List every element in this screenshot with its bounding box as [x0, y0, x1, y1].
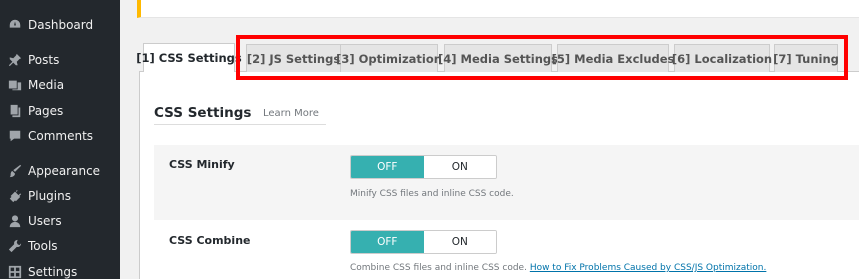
sidebar-item-media[interactable]: Media — [0, 73, 120, 97]
admin-notice — [137, 0, 859, 18]
tab-media-excludes[interactable]: [5] Media Excludes — [552, 44, 674, 72]
pages-icon — [8, 104, 22, 118]
setting-label: CSS Minify — [169, 158, 235, 171]
settings-icon — [8, 265, 22, 279]
setting-row-css-combine: CSS Combine OFF ON Combine CSS files and… — [154, 222, 859, 279]
sidebar-item-label: Comments — [28, 129, 94, 143]
toggle-off-option[interactable]: OFF — [351, 231, 424, 253]
sidebar-item-users[interactable]: Users — [0, 209, 120, 233]
setting-description: Minify CSS files and inline CSS code. — [350, 189, 514, 199]
sidebar-item-posts[interactable]: Posts — [0, 48, 120, 72]
description-text: Combine CSS files and inline CSS code. — [350, 263, 527, 273]
sidebar-item-label: Media — [28, 78, 65, 92]
css-settings-panel: CSS Settings Learn More CSS Minify OFF O… — [139, 72, 859, 279]
admin-sidebar: Dashboard Posts Media Pages Comments App… — [0, 0, 120, 279]
fix-problems-link[interactable]: How to Fix Problems Caused by CSS/JS Opt… — [530, 263, 767, 273]
user-icon — [8, 214, 22, 228]
setting-description: Combine CSS files and inline CSS code. H… — [350, 263, 766, 273]
title-divider — [154, 124, 326, 125]
sidebar-item-label: Tools — [28, 239, 58, 253]
css-combine-toggle[interactable]: OFF ON — [350, 230, 497, 254]
plugin-icon — [8, 189, 22, 203]
sidebar-item-label: Plugins — [28, 189, 71, 203]
settings-tab-bar: [1] CSS Settings [2] JS Settings [3] Opt… — [136, 42, 859, 73]
sidebar-item-comments[interactable]: Comments — [0, 124, 120, 148]
tab-localization[interactable]: [6] Localization — [672, 44, 772, 72]
main-content: [1] CSS Settings [2] JS Settings [3] Opt… — [120, 0, 859, 279]
toggle-on-option[interactable]: ON — [423, 156, 496, 178]
tab-css-settings[interactable]: [1] CSS Settings — [136, 43, 242, 73]
css-minify-toggle[interactable]: OFF ON — [350, 155, 497, 179]
sidebar-item-plugins[interactable]: Plugins — [0, 184, 120, 208]
sidebar-item-appearance[interactable]: Appearance — [0, 159, 120, 183]
comment-icon — [8, 129, 22, 143]
media-icon — [8, 78, 22, 92]
sidebar-item-tools[interactable]: Tools — [0, 234, 120, 258]
section-title: CSS Settings — [154, 105, 252, 121]
sidebar-item-dashboard[interactable]: Dashboard — [0, 13, 120, 37]
learn-more-link[interactable]: Learn More — [263, 108, 319, 119]
tab-tuning[interactable]: [7] Tuning — [773, 44, 839, 72]
setting-row-css-minify: CSS Minify OFF ON Minify CSS files and i… — [154, 145, 859, 220]
sidebar-item-settings[interactable]: Settings — [0, 260, 120, 279]
toggle-off-option[interactable]: OFF — [351, 156, 424, 178]
wrench-icon — [8, 239, 22, 253]
sidebar-item-label: Users — [28, 214, 62, 228]
toggle-on-option[interactable]: ON — [423, 231, 496, 253]
sidebar-item-pages[interactable]: Pages — [0, 99, 120, 123]
dashboard-icon — [8, 18, 22, 32]
sidebar-item-label: Pages — [28, 104, 64, 118]
brush-icon — [8, 164, 22, 178]
tab-media-settings[interactable]: [4] Media Settings — [438, 44, 558, 72]
pin-icon — [8, 53, 22, 67]
sidebar-item-label: Dashboard — [28, 18, 94, 32]
setting-label: CSS Combine — [169, 234, 251, 247]
sidebar-item-label: Settings — [28, 265, 78, 279]
tab-optimization[interactable]: [3] Optimization — [336, 44, 442, 72]
tab-js-settings[interactable]: [2] JS Settings — [246, 44, 341, 72]
sidebar-item-label: Posts — [28, 53, 60, 67]
sidebar-item-label: Appearance — [28, 164, 101, 178]
